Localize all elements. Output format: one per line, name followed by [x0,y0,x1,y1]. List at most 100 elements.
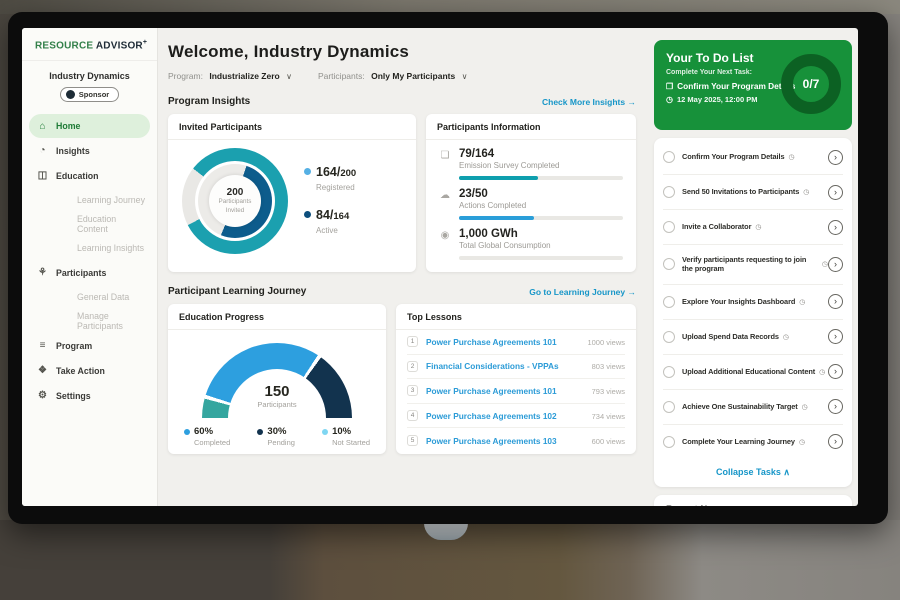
clock-icon: ◷ [799,298,805,306]
info-row: ☁ 23/50 Actions Completed [426,180,636,220]
sidebar-item[interactable]: ⌂ Home [29,114,150,138]
task-checkbox[interactable] [663,366,675,378]
arrow-right-icon: → [628,287,637,297]
sidebar-item-label: Manage Participants [77,311,149,331]
lesson-rank: 4 [407,410,418,421]
sidebar-item-label: Education Content [77,214,149,234]
lesson-rank: 3 [407,385,418,396]
lesson-link[interactable]: Power Purchase Agreements 101 [426,337,587,347]
task-checkbox[interactable] [663,221,675,233]
sidebar-item-label: Learning Journey [77,195,145,205]
task-row[interactable]: Upload Spend Data Records ◷ › [663,320,843,355]
lesson-rank: 1 [407,336,418,347]
sidebar-item[interactable]: ≡ Program [22,333,157,358]
task-open-button[interactable]: › [828,220,843,235]
sidebar-item[interactable]: General Data [22,285,157,309]
dashboard-screen: RESOURCE ADVISOR+ Industry Dynamics Spon… [22,28,858,506]
lesson-row: 4 Power Purchase Agreements 102 734 view… [407,404,625,429]
program-filter[interactable]: Program: Industrialize Zero ∨ [168,71,292,81]
sidebar-item[interactable]: ⚘ Participants [22,260,157,285]
task-open-button[interactable]: › [828,150,843,165]
legend-item: 60% Completed [184,426,230,447]
card-title: Top Lessons [396,304,636,330]
sidebar-item[interactable]: Learning Insights [22,236,157,260]
gauge-center-value: 150 [264,383,289,400]
task-open-button[interactable]: › [828,329,843,344]
lesson-link[interactable]: Financial Considerations - VPPAs [426,361,592,371]
sidebar: RESOURCE ADVISOR+ Industry Dynamics Spon… [22,28,158,506]
task-row[interactable]: Achieve One Sustainability Target ◷ › [663,390,843,425]
participants-filter[interactable]: Participants: Only My Participants ∨ [318,71,467,81]
legend-dot [322,429,328,435]
progress-bar [459,176,623,180]
home-icon: ⌂ [36,121,49,132]
program-icon: ≡ [36,340,49,351]
next-task-label: Confirm Your Program Details [677,81,795,91]
lesson-link[interactable]: Power Purchase Agreements 103 [426,436,592,446]
lesson-link[interactable]: Power Purchase Agreements 102 [426,411,592,421]
task-open-button[interactable]: › [828,294,843,309]
task-open-button[interactable]: › [828,257,843,272]
filters-row: Program: Industrialize Zero ∨ Participan… [168,71,636,81]
card-title: Participants Information [426,114,636,140]
task-checkbox[interactable] [663,436,675,448]
sidebar-item[interactable]: ❖ Take Action [22,358,157,383]
go-to-learning-journey-link[interactable]: Go to Learning Journey → [529,287,636,297]
participants-filter-label: Participants: [318,71,365,81]
survey-icon: ❏ [439,150,451,180]
task-open-button[interactable]: › [828,364,843,379]
lesson-link[interactable]: Power Purchase Agreements 101 [426,386,592,396]
task-row[interactable]: Invite a Collaborator ◷ › [663,210,843,245]
task-open-button[interactable]: › [828,185,843,200]
task-row[interactable]: Send 50 Invitations to Participants ◷ › [663,175,843,210]
lesson-row: 2 Financial Considerations - VPPAs 803 v… [407,355,625,380]
chevron-up-icon: ∧ [783,467,790,477]
sidebar-item[interactable]: ⚙ Settings [22,383,157,408]
lesson-row: 5 Power Purchase Agreements 103 600 view… [407,428,625,453]
task-checkbox[interactable] [663,151,675,163]
sidebar-item[interactable]: Learning Journey [22,188,157,212]
lesson-rank: 2 [407,361,418,372]
task-row[interactable]: Confirm Your Program Details ◷ › [663,140,843,175]
program-filter-value: Industrialize Zero [209,71,279,81]
actions-icon: ☁ [439,190,451,220]
education-progress-card: Education Progress 150 Participants [168,304,386,454]
logo-secondary: ADVISOR [96,40,143,51]
task-open-button[interactable]: › [828,399,843,414]
sponsor-badge-label: Sponsor [79,90,109,99]
sidebar-item[interactable]: ◔ Insights [22,138,157,163]
check-more-insights-link[interactable]: Check More Insights → [542,97,636,107]
task-row[interactable]: Upload Additional Educational Content ◷ … [663,355,843,390]
sidebar-item[interactable]: Manage Participants [22,309,157,333]
todo-progress-value: 0/7 [803,77,820,91]
task-checkbox[interactable] [663,331,675,343]
collapse-tasks-link[interactable]: Collapse Tasks ∧ [663,459,843,483]
due-date: 12 May 2025, 12:00 PM [677,95,757,104]
card-title: Invited Participants [168,114,416,140]
take-action-icon: ❖ [36,365,49,376]
sidebar-item-label: Settings [56,391,91,401]
task-checkbox[interactable] [663,296,675,308]
clock-icon: ◷ [803,188,809,196]
clock-icon: ◷ [783,333,789,341]
task-checkbox[interactable] [663,258,675,270]
sponsor-badge[interactable]: Sponsor [60,87,119,102]
clock-icon: ◷ [799,438,805,446]
logo-plus: + [143,39,147,46]
sidebar-item-label: Insights [56,146,90,156]
recent-news-title: Recent News [666,504,840,506]
sidebar-item[interactable]: Education Content [22,212,157,236]
top-lessons-card: Top Lessons 1 Power Purchase Agreements … [396,304,636,454]
task-row[interactable]: Complete Your Learning Journey ◷ › [663,425,843,459]
task-checkbox[interactable] [663,401,675,413]
task-open-button[interactable]: › [828,434,843,449]
lesson-rank: 5 [407,435,418,446]
sidebar-item[interactable]: ◫ Education [22,163,157,188]
task-row[interactable]: Explore Your Insights Dashboard ◷ › [663,285,843,320]
education-gauge-chart: 150 Participants [202,343,352,419]
sidebar-nav: ⌂ Home ◔ Insights ◫ Education [22,114,157,408]
clock-icon: ◷ [819,368,825,376]
sidebar-item-label: Home [56,121,80,131]
task-row[interactable]: Verify participants requesting to join t… [663,245,843,285]
task-checkbox[interactable] [663,186,675,198]
